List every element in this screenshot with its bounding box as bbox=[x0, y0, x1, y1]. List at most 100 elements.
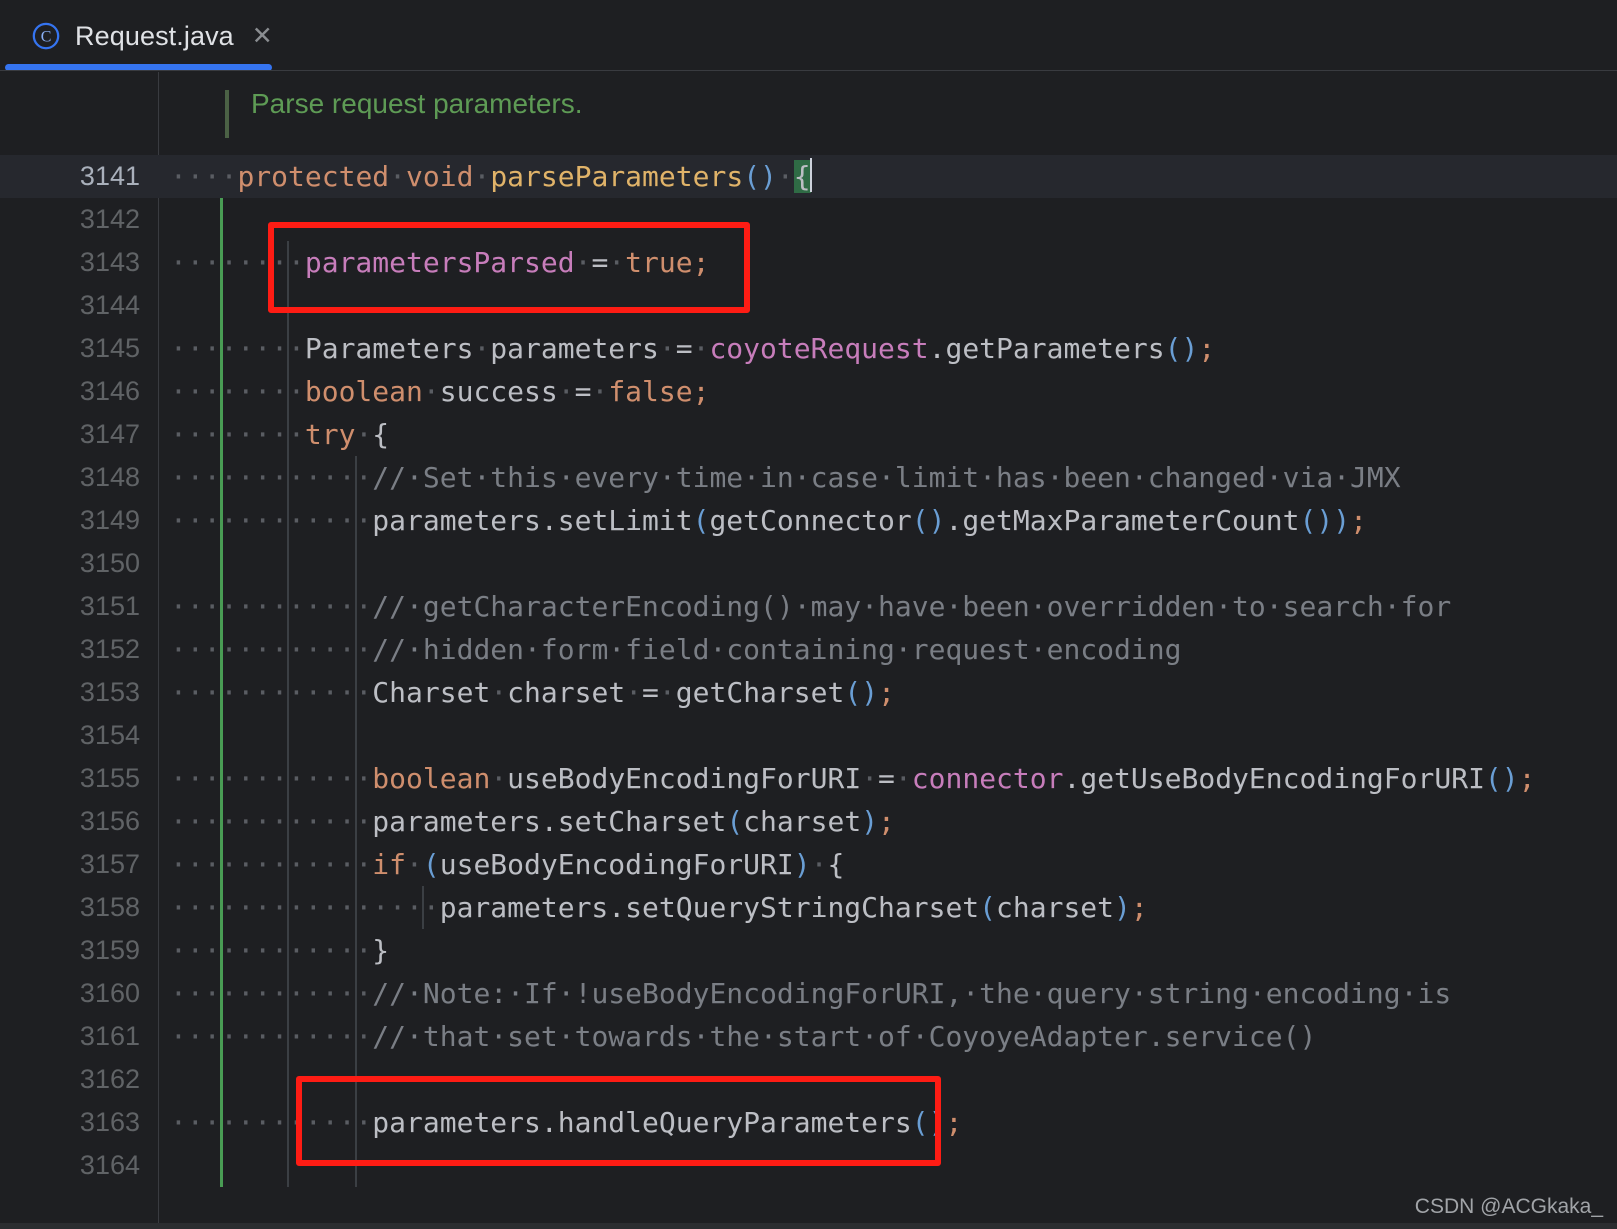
code-line[interactable]: 3157 ············if·(useBodyEncodingForUR… bbox=[0, 843, 1617, 886]
code-token: = bbox=[642, 676, 659, 709]
line-number: 3147 bbox=[79, 419, 140, 449]
indent-guide bbox=[220, 800, 223, 843]
line-number: 3151 bbox=[79, 591, 140, 621]
tab-request-java[interactable]: C Request.java ✕ bbox=[5, 0, 273, 72]
code-token: · bbox=[692, 332, 710, 365]
code-line[interactable]: 3161 ············//·that·set·towards·the·… bbox=[0, 1015, 1617, 1058]
code-line[interactable]: 3148 ············//·Set·this·every·time·i… bbox=[0, 456, 1617, 499]
code-token: ···· bbox=[170, 160, 238, 193]
code-token: { bbox=[793, 160, 811, 193]
code-token: protected bbox=[237, 160, 390, 193]
code-token: ············ bbox=[170, 977, 373, 1010]
code-line-text: ············//·Note:·If·!useBodyEncoding… bbox=[170, 972, 1451, 1015]
code-token: ············ bbox=[170, 805, 373, 838]
code-token: = bbox=[591, 246, 609, 279]
indent-guide bbox=[287, 241, 290, 284]
code-token: .getMaxParameterCount bbox=[945, 504, 1300, 537]
editor-bottom-strip bbox=[0, 1223, 1617, 1229]
indent-guide bbox=[287, 628, 290, 671]
code-editor[interactable]: Parse request parameters. 3141 ····protec… bbox=[0, 72, 1617, 1229]
code-token: charset bbox=[743, 805, 862, 838]
indent-guide bbox=[220, 327, 223, 370]
code-line[interactable]: 3144 bbox=[0, 284, 1617, 327]
line-number: 3155 bbox=[79, 763, 140, 793]
indent-guide bbox=[354, 1144, 357, 1187]
code-token: ; bbox=[1130, 891, 1148, 924]
indent-guide bbox=[220, 843, 223, 886]
code-line[interactable]: 3159 ············} bbox=[0, 929, 1617, 972]
indent-guide bbox=[220, 1101, 223, 1144]
indent-guide bbox=[220, 972, 223, 1015]
code-line-text: ············parameters.setLimit(getConne… bbox=[170, 499, 1367, 542]
code-token: ············ bbox=[170, 633, 373, 666]
code-line-text: ············//·getCharacterEncoding()·ma… bbox=[170, 585, 1451, 628]
code-line[interactable]: 3151 ············//·getCharacterEncoding(… bbox=[0, 585, 1617, 628]
code-line[interactable]: 3158 ················parameters.setQueryS… bbox=[0, 886, 1617, 929]
indent-guide bbox=[220, 886, 223, 929]
code-token: · bbox=[608, 246, 626, 279]
code-token: () bbox=[743, 160, 777, 193]
close-icon[interactable]: ✕ bbox=[252, 23, 273, 49]
code-token: · bbox=[776, 160, 794, 193]
code-token: ············ bbox=[170, 762, 373, 795]
line-number: 3157 bbox=[79, 849, 140, 879]
code-token: ········ bbox=[170, 418, 305, 451]
line-number: 3162 bbox=[79, 1064, 140, 1094]
code-token: ; bbox=[1518, 762, 1536, 795]
code-token: ; bbox=[878, 676, 895, 709]
indent-guide bbox=[287, 886, 290, 929]
code-line-text: ········try·{ bbox=[170, 413, 389, 456]
text-caret bbox=[809, 158, 812, 192]
code-line[interactable]: 3149 ············parameters.setLimit(getC… bbox=[0, 499, 1617, 542]
indent-guide bbox=[287, 800, 290, 843]
code-line[interactable]: 3147 ········try·{ bbox=[0, 413, 1617, 456]
code-line[interactable]: 3160 ············//·Note:·If·!useBodyEnco… bbox=[0, 972, 1617, 1015]
code-token: · bbox=[557, 375, 575, 408]
code-token: parametersParsed bbox=[304, 246, 575, 279]
tab-label: Request.java bbox=[75, 20, 234, 51]
code-line[interactable]: 3146 ········boolean·success·=·false; bbox=[0, 370, 1617, 413]
code-token: ········ bbox=[170, 246, 305, 279]
code-line[interactable]: 3141 ····protected·void·parseParameters()… bbox=[0, 155, 1617, 198]
code-line[interactable]: 3155 ············boolean·useBodyEncodingF… bbox=[0, 757, 1617, 800]
code-token: .getParameters bbox=[928, 332, 1165, 365]
code-line-text: ············Charset·charset·=·getCharset… bbox=[170, 671, 895, 714]
code-line-text: ········boolean·success·=·false; bbox=[170, 370, 709, 413]
indent-guide bbox=[220, 929, 223, 972]
indent-guide bbox=[287, 1101, 290, 1144]
indent-guide bbox=[220, 370, 223, 413]
code-token: connector bbox=[911, 762, 1064, 795]
indent-guide bbox=[287, 1144, 290, 1187]
editor-tab-bar: C Request.java ✕ bbox=[0, 0, 1617, 72]
indent-guide bbox=[220, 1058, 223, 1101]
code-token: · bbox=[894, 762, 912, 795]
code-token: · bbox=[389, 160, 407, 193]
code-line[interactable]: 3163 ············parameters.handleQueryPa… bbox=[0, 1101, 1617, 1144]
code-token: success bbox=[439, 375, 558, 408]
code-line[interactable]: 3143 ········parametersParsed·=·true; bbox=[0, 241, 1617, 284]
code-token: getConnector bbox=[709, 504, 912, 537]
code-line[interactable]: 3152 ············//·hidden·form·field·con… bbox=[0, 628, 1617, 671]
javadoc-hint-text: Parse request parameters. bbox=[251, 88, 583, 119]
indent-guide bbox=[220, 499, 223, 542]
code-token: parameters.setCharset bbox=[372, 805, 727, 838]
indent-guide bbox=[220, 542, 223, 585]
indent-guide bbox=[287, 929, 290, 972]
code-line[interactable]: 3153 ············Charset·charset·=·getCha… bbox=[0, 671, 1617, 714]
code-token: parameters.handleQueryParameters bbox=[372, 1106, 912, 1139]
indent-guide bbox=[287, 284, 290, 327]
code-line[interactable]: 3154 bbox=[0, 714, 1617, 757]
code-token: = bbox=[574, 375, 592, 408]
code-token: · bbox=[490, 762, 508, 795]
indent-guide bbox=[287, 1058, 290, 1101]
code-line[interactable]: 3150 bbox=[0, 542, 1617, 585]
code-token: true bbox=[625, 246, 693, 279]
code-line[interactable]: 3145 ········Parameters·parameters·=·coyo… bbox=[0, 327, 1617, 370]
code-line[interactable]: 3156 ············parameters.setCharset(ch… bbox=[0, 800, 1617, 843]
code-line[interactable]: 3142 bbox=[0, 198, 1617, 241]
code-line[interactable]: 3162 bbox=[0, 1058, 1617, 1101]
code-token: () bbox=[844, 676, 879, 709]
line-number: 3145 bbox=[79, 333, 140, 363]
line-number: 3160 bbox=[79, 978, 140, 1008]
code-line[interactable]: 3164 bbox=[0, 1144, 1617, 1187]
